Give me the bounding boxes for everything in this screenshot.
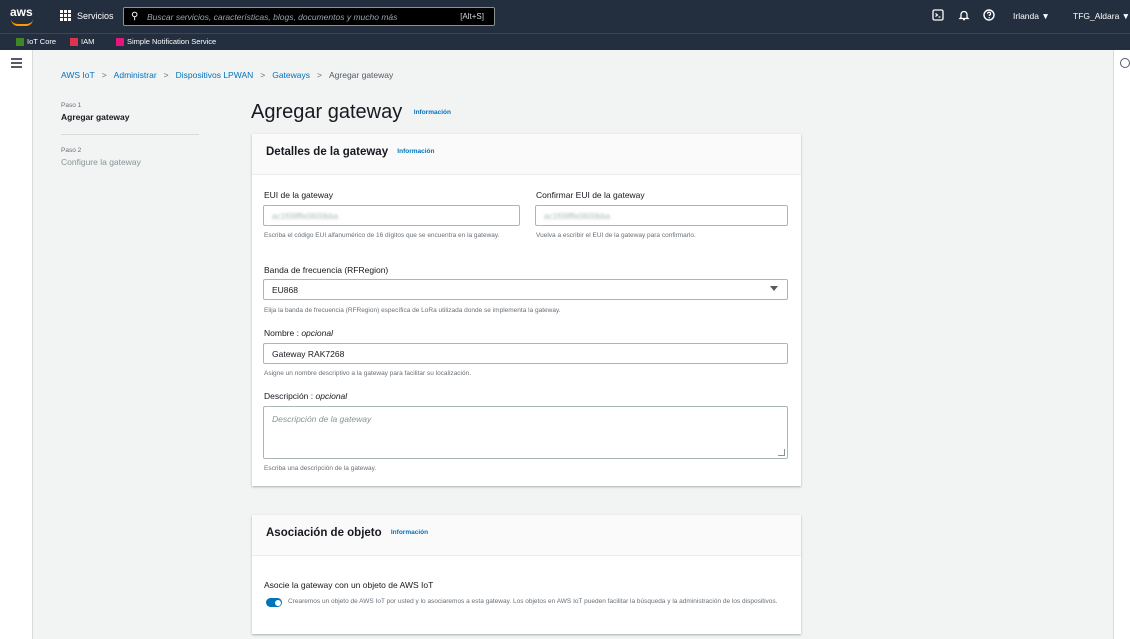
aws-smile-mark: [11, 19, 33, 26]
description-textarea[interactable]: Descripción de la gateway: [263, 406, 788, 459]
wizard-steps: Paso 1 Agregar gateway Paso 2 Configure …: [61, 102, 199, 167]
name-input[interactable]: Gateway RAK7268: [263, 343, 788, 364]
bell-icon[interactable]: [958, 9, 970, 24]
confirm-eui-label: Confirmar EUI de la gateway: [536, 190, 645, 200]
step-divider: [61, 134, 199, 135]
eui-value: ac1f09fffe0600bba: [272, 212, 338, 221]
resize-handle-icon[interactable]: [778, 449, 785, 456]
name-label-text: Nombre: [264, 328, 295, 338]
chevron-right-icon: >: [163, 70, 169, 80]
favorite-label: Simple Notification Service: [127, 37, 217, 46]
breadcrumb-gateways[interactable]: Gateways: [272, 70, 310, 80]
services-menu-button[interactable]: Servicios: [60, 10, 114, 21]
global-search-input[interactable]: ⚲ Buscar servicios, características, blo…: [123, 7, 495, 26]
info-icon[interactable]: [1120, 58, 1130, 68]
description-placeholder: Descripción de la gateway: [272, 414, 372, 424]
search-placeholder: Buscar servicios, características, blogs…: [147, 11, 398, 22]
card-title: Detalles de la gateway: [266, 146, 389, 158]
breadcrumb: AWS IoT > Administrar > Dispositivos LPW…: [61, 70, 393, 80]
region-selector[interactable]: Irlanda ▼: [1013, 11, 1050, 21]
rfregion-select[interactable]: EU868: [263, 279, 788, 300]
menu-icon[interactable]: [11, 58, 22, 70]
rfregion-label: Banda de frecuencia (RFRegion): [264, 265, 389, 275]
aws-logo[interactable]: aws: [10, 6, 36, 26]
eui-input[interactable]: ac1f09fffe0600bba: [263, 205, 520, 226]
caret-down-icon: [770, 286, 778, 291]
card-header: Asociación de objeto Información: [252, 515, 801, 556]
name-value: Gateway RAK7268: [272, 349, 345, 359]
chevron-right-icon: >: [317, 70, 322, 80]
step-2-label: Paso 2: [61, 147, 82, 154]
description-help: Escriba una descripción de la gateway.: [264, 465, 377, 472]
confirm-eui-value: ac1f09fffe0600bba: [544, 212, 610, 221]
breadcrumb-current: Agregar gateway: [328, 70, 394, 80]
step-1-title: Agregar gateway: [61, 112, 130, 122]
confirm-eui-input[interactable]: ac1f09fffe0600bba: [535, 205, 788, 226]
chevron-right-icon: >: [101, 70, 107, 80]
rfregion-help: Elija la banda de frecuencia (RFRegion) …: [264, 307, 561, 314]
eui-label: EUI de la gateway: [264, 190, 333, 200]
sns-icon: [116, 37, 124, 46]
name-optional: opcional: [301, 328, 333, 338]
page-title: Agregar gateway Información: [251, 101, 451, 124]
help-icon[interactable]: [983, 9, 995, 24]
association-info-link[interactable]: Información: [391, 529, 428, 536]
grid-icon: [60, 10, 71, 21]
eui-help: Escriba el código EUI alfanumérico de 16…: [264, 232, 500, 239]
step-1-label: Paso 1: [61, 102, 82, 109]
iam-icon: [70, 37, 78, 46]
breadcrumb-aws-iot[interactable]: AWS IoT: [61, 70, 95, 80]
name-help: Asigne un nombre descriptivo a la gatewa…: [264, 370, 472, 377]
thing-association-card: Asociación de objeto Información: [252, 515, 801, 634]
association-toggle-label: Asocie la gateway con un objeto de AWS I…: [264, 580, 434, 590]
page-title-text: Agregar gateway: [251, 101, 403, 123]
help-panel-collapsed: [1113, 50, 1130, 639]
description-optional: opcional: [315, 391, 348, 401]
favorite-sns[interactable]: Simple Notification Service: [116, 37, 216, 46]
name-label: Nombre : opcional: [264, 328, 333, 338]
favorite-label: IAM: [81, 37, 95, 46]
favorite-iam[interactable]: IAM: [70, 37, 94, 46]
description-label-text: Descripción: [264, 391, 309, 401]
search-icon: ⚲: [131, 11, 139, 22]
side-navigation-collapsed: [0, 50, 33, 639]
details-info-link[interactable]: Información: [397, 148, 434, 155]
aws-logo-text: aws: [10, 5, 33, 19]
services-label: Servicios: [77, 10, 114, 21]
breadcrumb-administrar[interactable]: Administrar: [114, 70, 157, 80]
rfregion-value: EU868: [272, 285, 298, 295]
description-label: Descripción : opcional: [264, 391, 348, 401]
search-shortcut: [Alt+S]: [460, 12, 484, 21]
chevron-right-icon: >: [260, 70, 266, 80]
step-2-title: Configure la gateway: [61, 157, 141, 167]
account-menu[interactable]: TFG_Aldara ▼: [1073, 11, 1130, 21]
favorite-label: IoT Core: [27, 37, 57, 46]
iot-core-icon: [16, 37, 24, 46]
card-title: Asociación de objeto: [266, 527, 382, 539]
cloudshell-icon[interactable]: [932, 9, 944, 24]
card-header: Detalles de la gateway Información: [252, 134, 801, 175]
confirm-eui-help: Vuelva a escribir el EUI de la gateway p…: [536, 232, 696, 239]
top-navigation-bar: aws Servicios ⚲ Buscar servicios, caract…: [0, 0, 1130, 33]
association-toggle-description: Crearemos un objeto de AWS IoT por usted…: [288, 598, 778, 605]
breadcrumb-dispositivos-lpwan[interactable]: Dispositivos LPWAN: [176, 70, 254, 80]
association-toggle[interactable]: [266, 598, 282, 607]
favorite-iot-core[interactable]: IoT Core: [16, 37, 56, 46]
page-info-link[interactable]: Información: [414, 109, 451, 116]
